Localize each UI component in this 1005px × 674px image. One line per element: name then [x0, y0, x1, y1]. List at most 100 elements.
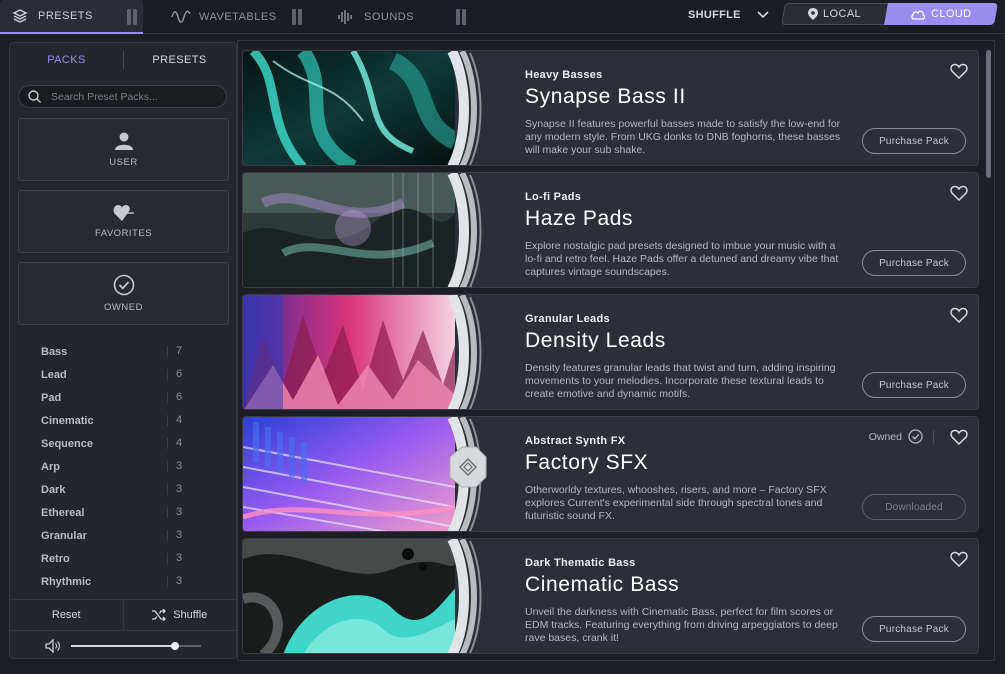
pack-card[interactable]: Abstract Synth FX Factory SFX Otherworldy … [242, 416, 979, 532]
cloud-toggle[interactable]: CLOUD [884, 3, 998, 25]
pack-frame [447, 295, 508, 409]
pack-list: Heavy Basses Synapse Bass II Synapse II fe… [240, 47, 980, 657]
pack-description: Synapse II features powerful basses made… [525, 118, 841, 156]
cloud-icon [911, 10, 926, 20]
tab-label: WAVETABLES [199, 11, 277, 23]
pack-card[interactable]: Lo-fi Pads Haze Pads Explore nostalgic pad… [242, 172, 979, 288]
pack-subtitle: Heavy Basses [525, 69, 603, 81]
category-item[interactable]: Arp 3 [41, 455, 201, 478]
shuffle-label: Shuffle [173, 609, 208, 621]
heart-icon [113, 205, 134, 221]
chevron-down-icon [757, 11, 769, 19]
favorite-heart-icon[interactable] [950, 429, 968, 445]
pack-subtitle: Abstract Synth FX [525, 435, 626, 447]
volume-control [10, 630, 236, 659]
purchase-pack-button[interactable]: Purchase Pack [862, 372, 966, 398]
tab-sounds[interactable]: SOUNDS [330, 0, 470, 34]
pack-frame [447, 173, 508, 287]
reset-button[interactable]: Reset [10, 600, 123, 630]
search-input[interactable]: Search Preset Packs... [18, 85, 227, 108]
pack-frame [447, 51, 508, 165]
purchase-pack-button[interactable]: Purchase Pack [862, 616, 966, 642]
purchase-pack-button[interactable]: Purchase Pack [862, 128, 966, 154]
category-name: Sequence [41, 437, 93, 450]
drag-handle-icon[interactable] [292, 9, 302, 25]
pack-frame [447, 539, 508, 653]
local-label: LOCAL [823, 8, 862, 20]
category-count: 6 [167, 369, 182, 380]
favorite-heart-icon[interactable] [950, 551, 968, 567]
pack-card[interactable]: Heavy Basses Synapse Bass II Synapse II fe… [242, 50, 979, 166]
category-list: Bass 7 Lead 6 Pad 6 Cinematic 4 Sequence 4 Arp 3 Dar… [41, 340, 201, 593]
favorite-heart-icon[interactable] [950, 63, 968, 79]
drag-handle-icon[interactable] [127, 9, 137, 25]
pack-description: Unveil the darkness with Cinematic Bass,… [525, 606, 838, 644]
local-toggle[interactable]: LOCAL [781, 3, 889, 25]
tab-presets-list[interactable]: PRESETS [123, 43, 236, 77]
volume-fill [71, 645, 175, 647]
category-item[interactable]: Granular 3 [41, 524, 201, 547]
category-name: Dark [41, 483, 66, 496]
category-item[interactable]: Retro 3 [41, 547, 201, 570]
category-name: Arp [41, 460, 60, 473]
pack-subtitle: Granular Leads [525, 313, 610, 325]
category-item[interactable]: Sequence 4 [41, 432, 201, 455]
pack-artwork [243, 295, 455, 409]
downloaded-button[interactable]: Downloaded [862, 494, 966, 520]
category-item[interactable]: Dark 3 [41, 478, 201, 501]
tab-packs[interactable]: PACKS [10, 43, 123, 77]
pack-title: Haze Pads [525, 207, 634, 230]
favorite-heart-icon[interactable] [950, 307, 968, 323]
favorites-label: FAVORITES [94, 228, 153, 239]
user-icon [114, 132, 133, 150]
search-icon [28, 90, 41, 103]
category-item[interactable]: Bass 7 [41, 340, 201, 363]
tab-presets[interactable]: PRESETS [0, 0, 143, 34]
scrollbar[interactable] [984, 48, 992, 658]
scrollbar-thumb[interactable] [986, 50, 991, 178]
shuffle-dropdown[interactable]: SHUFFLE [688, 0, 769, 30]
tab-wavetables[interactable]: WAVETABLES [165, 0, 305, 34]
category-name: Rhythmic [41, 575, 92, 588]
pack-description: Density features granular leads that twi… [525, 362, 836, 400]
category-count: 3 [167, 530, 182, 541]
category-item[interactable]: Pad 6 [41, 386, 201, 409]
pack-title: Factory SFX [525, 451, 649, 474]
category-name: Ethereal [41, 506, 85, 519]
pack-artwork [243, 173, 455, 287]
pack-card[interactable]: Dark Thematic Bass Cinematic Bass Unveil t… [242, 538, 979, 654]
factory-hex-icon [449, 446, 487, 488]
pack-card[interactable]: Granular Leads Density Leads Density featu… [242, 294, 979, 410]
location-pin-icon [808, 8, 819, 20]
category-count: 4 [167, 438, 182, 449]
drag-handle-icon[interactable] [456, 9, 466, 25]
category-count: 7 [167, 346, 182, 357]
owned-status-label: Owned [868, 430, 902, 443]
pack-description: Explore nostalgic pad presets designed t… [525, 240, 839, 278]
category-item[interactable]: Rhythmic 3 [41, 570, 201, 593]
category-item[interactable]: Lead 6 [41, 363, 201, 386]
cloud-label: CLOUD [931, 8, 972, 20]
owned-label: OWNED [104, 302, 143, 313]
category-item[interactable]: Cinematic 4 [41, 409, 201, 432]
pack-title: Synapse Bass II [525, 85, 686, 108]
user-label: USER [109, 157, 138, 168]
volume-slider-knob[interactable] [171, 642, 179, 650]
favorite-heart-icon[interactable] [950, 185, 968, 201]
purchase-pack-button[interactable]: Purchase Pack [862, 250, 966, 276]
favorites-button[interactable]: FAVORITES [18, 190, 229, 253]
category-item[interactable]: Ethereal 3 [41, 501, 201, 524]
pack-title: Density Leads [525, 329, 666, 352]
layers-icon [10, 6, 30, 26]
category-name: Cinematic [41, 414, 94, 427]
pack-subtitle: Lo-fi Pads [525, 191, 582, 203]
owned-button[interactable]: OWNED [18, 262, 229, 325]
category-name: Granular [41, 529, 87, 542]
category-name: Pad [41, 391, 62, 404]
pack-frame [447, 417, 508, 531]
user-button[interactable]: USER [18, 118, 229, 181]
shuffle-button[interactable]: Shuffle [124, 600, 237, 630]
pack-description: Otherworldy textures, whooshes, risers, … [525, 484, 827, 522]
pack-artwork [243, 51, 455, 165]
category-count: 3 [167, 553, 182, 564]
